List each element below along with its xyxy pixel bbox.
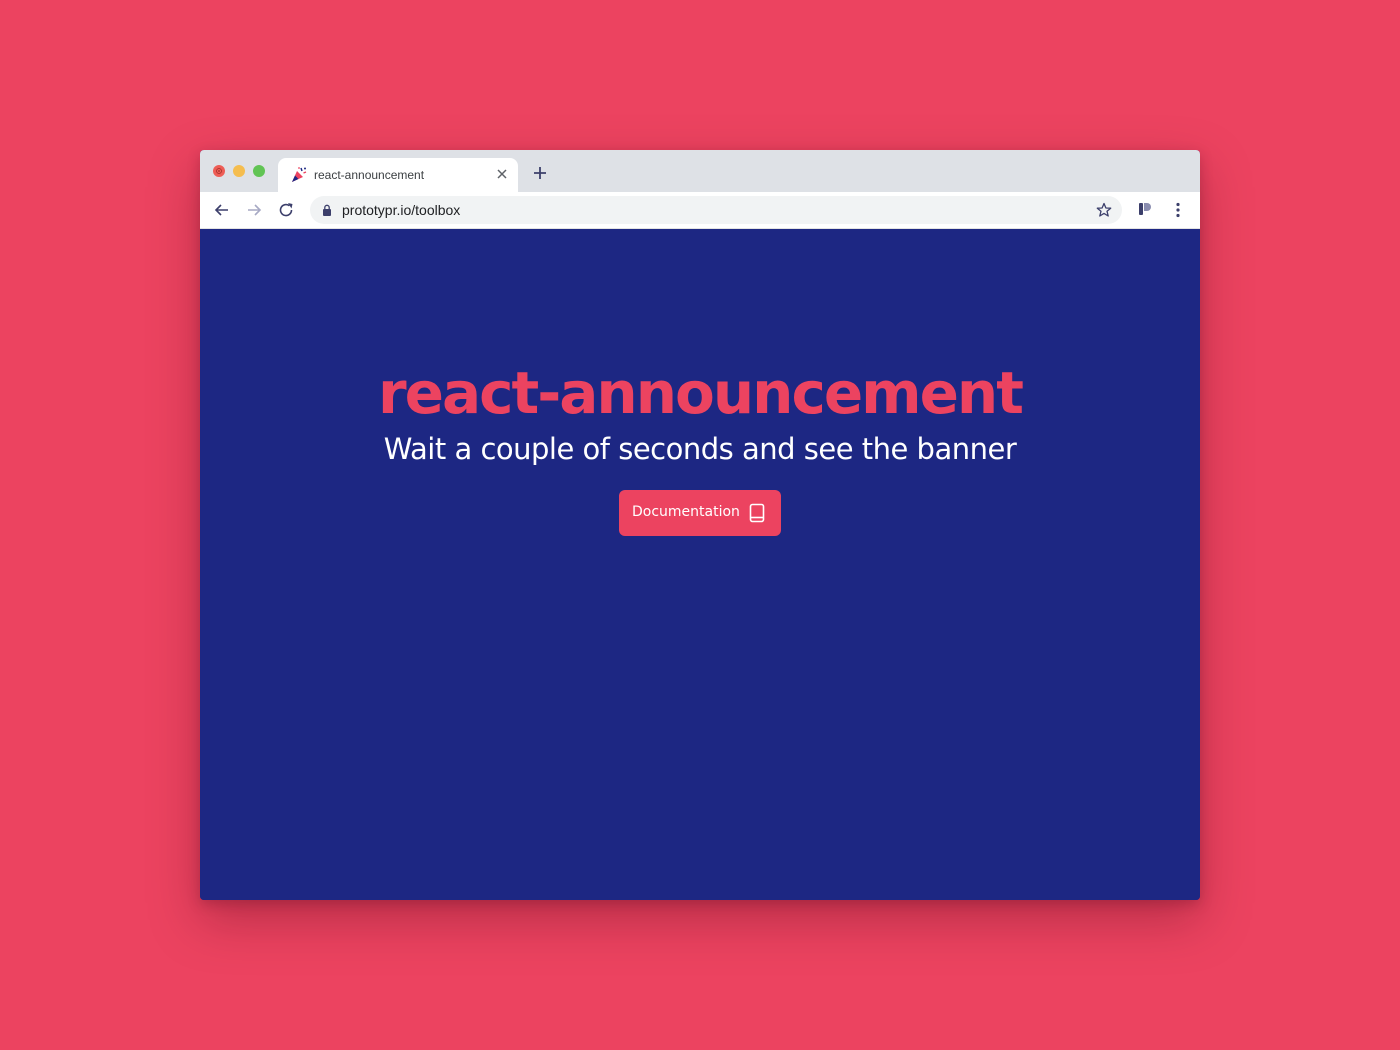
arrow-right-icon[interactable] <box>245 201 263 219</box>
minimize-window-button[interactable] <box>233 165 245 177</box>
documentation-button[interactable]: Documentation <box>619 490 781 536</box>
party-popper-icon <box>292 167 307 182</box>
plus-icon[interactable] <box>531 164 549 182</box>
browser-toolbar: prototypr.io/toolbox <box>200 192 1200 229</box>
active-tab[interactable]: react-announcement <box>278 158 518 192</box>
page-content: react-announcement Wait a couple of seco… <box>200 230 1200 900</box>
book-icon <box>749 503 765 523</box>
close-window-button[interactable] <box>213 165 225 177</box>
url-text: prototypr.io/toolbox <box>342 202 461 218</box>
maximize-window-button[interactable] <box>253 165 265 177</box>
tab-title: react-announcement <box>314 168 425 182</box>
prototypr-extension-icon[interactable] <box>1138 202 1152 216</box>
tab-bar: react-announcement <box>200 150 1200 192</box>
browser-window: react-announcement prototypr.io/toolbox … <box>200 150 1200 900</box>
lock-icon <box>323 204 331 216</box>
kebab-menu-icon[interactable] <box>1172 201 1184 219</box>
address-bar[interactable]: prototypr.io/toolbox <box>310 196 1122 224</box>
arrow-left-icon[interactable] <box>213 201 231 219</box>
close-icon[interactable] <box>494 166 510 182</box>
star-icon[interactable] <box>1096 202 1112 218</box>
documentation-button-label: Documentation <box>632 504 740 520</box>
page-title: react-announcement <box>378 359 1024 427</box>
page-subtitle: Wait a couple of seconds and see the ban… <box>383 432 1017 466</box>
reload-icon[interactable] <box>277 201 295 219</box>
